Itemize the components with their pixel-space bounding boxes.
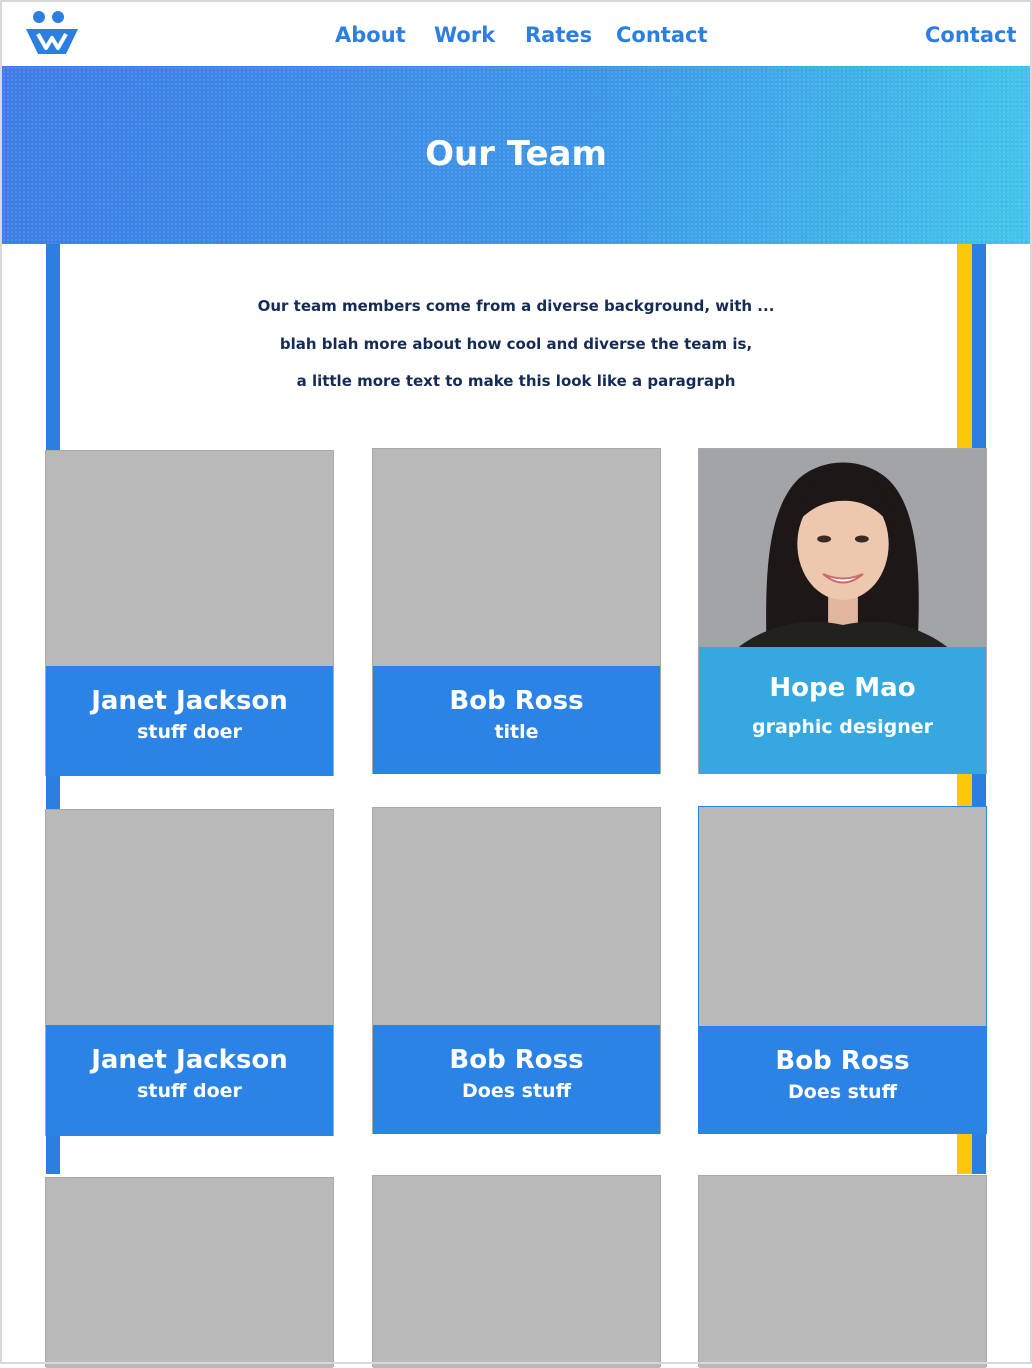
member-name: Hope Mao [769,673,916,703]
photo-placeholder [699,1176,986,1368]
team-card[interactable]: Hope Mao graphic designer [698,448,987,774]
team-card-label: Janet Jackson stuff doer [46,666,333,776]
team-card[interactable] [45,1177,334,1368]
member-role: title [494,721,539,743]
member-role: stuff doer [137,721,242,743]
photo-placeholder [46,1178,333,1368]
intro-line: blah blah more about how cool and divers… [279,334,753,353]
member-name: Bob Ross [449,686,584,716]
photo-placeholder [373,449,660,666]
member-name: Janet Jackson [91,1045,288,1075]
team-card[interactable]: Bob Ross Does stuff [698,806,987,1134]
team-card-label: Janet Jackson stuff doer [46,1025,333,1136]
member-role: stuff doer [137,1080,242,1102]
team-card[interactable] [698,1175,987,1368]
intro-line: Our team members come from a diverse bac… [257,297,775,315]
team-card[interactable]: Janet Jackson stuff doer [45,450,334,776]
member-role: Does stuff [788,1081,897,1103]
nav-link-rates[interactable]: Rates [525,18,592,52]
intro-paragraph: Our team members come from a diverse bac… [60,288,972,401]
top-navigation-bar: About Work Rates Contact Contact [0,0,1032,66]
portrait-photo [699,449,986,647]
team-card-label: Bob Ross Does stuff [699,1026,986,1133]
intro-line: a little more text to make this look lik… [296,372,736,390]
photo-placeholder [46,810,333,1025]
team-card-label: Bob Ross Does stuff [373,1025,660,1134]
nav-contact-cta[interactable]: Contact [925,18,1017,52]
team-card[interactable]: Bob Ross title [372,448,661,774]
member-name: Janet Jackson [91,686,288,716]
photo-placeholder [373,808,660,1025]
member-name: Bob Ross [449,1045,584,1075]
photo-placeholder [699,807,986,1026]
team-card-label: Hope Mao graphic designer [699,647,986,774]
team-card[interactable]: Bob Ross Does stuff [372,807,661,1134]
member-role: graphic designer [751,716,933,738]
nav-link-work[interactable]: Work [434,18,495,52]
main-nav: About Work Rates Contact Contact [0,18,1032,52]
nav-link-contact[interactable]: Contact [616,18,708,52]
team-card[interactable]: Janet Jackson stuff doer [45,809,334,1136]
member-name: Bob Ross [775,1046,910,1076]
member-role: Does stuff [462,1080,571,1102]
team-card[interactable] [372,1175,661,1368]
photo-placeholder [373,1176,660,1368]
photo-placeholder [46,451,333,666]
page-title: Our Team [425,134,607,174]
team-card-label: Bob Ross title [373,666,660,774]
hero-banner: Our Team [2,66,1030,244]
nav-link-about[interactable]: About [335,18,406,52]
